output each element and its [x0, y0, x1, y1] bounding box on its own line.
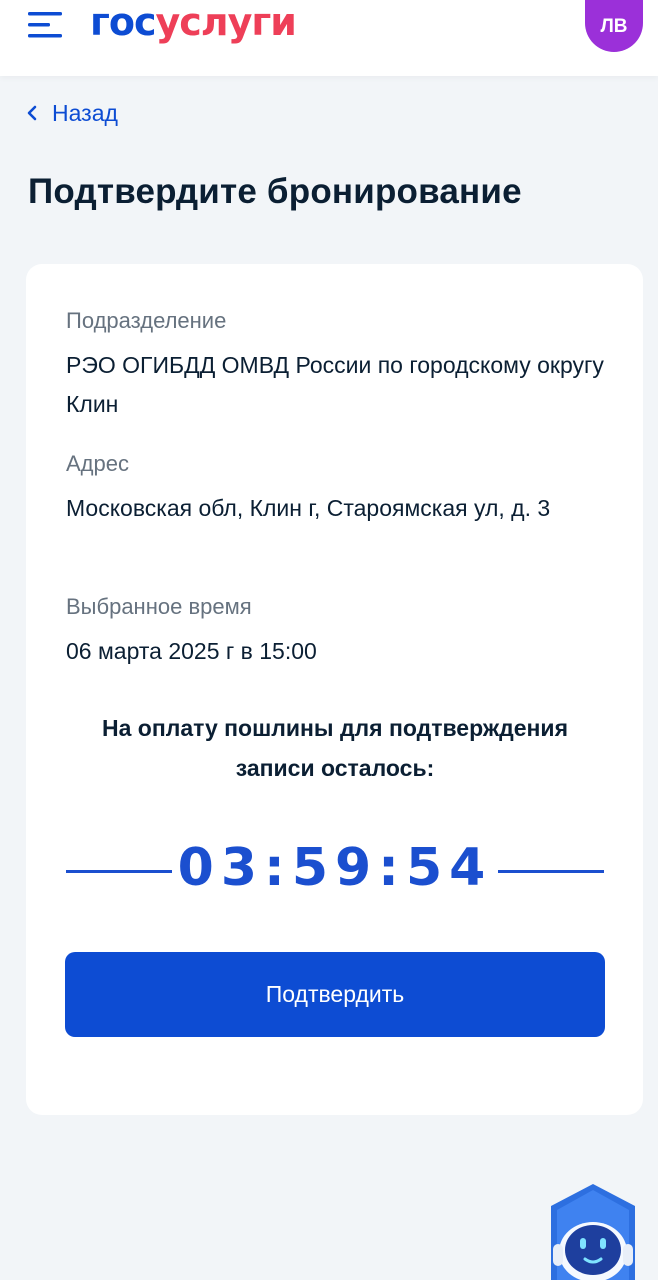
department-value: РЭО ОГИБДД ОМВД России по городскому окр…: [66, 352, 604, 417]
confirm-button[interactable]: Подтвердить: [65, 952, 605, 1037]
department-label: Подразделение: [66, 308, 227, 333]
logo-part-uslugi: услуги: [155, 0, 297, 44]
gosuslugi-logo[interactable]: госуслуги: [90, 0, 297, 44]
chevron-left-icon: [26, 104, 38, 122]
robot-assistant-icon[interactable]: [545, 1180, 641, 1280]
back-link[interactable]: Назад: [26, 97, 118, 129]
address-value: Московская обл, Клин г, Староямская ул, …: [66, 495, 551, 521]
top-header: госуслуги ЛВ: [0, 0, 658, 76]
booking-card: Подразделение РЭО ОГИБДД ОМВД России по …: [26, 264, 643, 1115]
time-value: 06 марта 2025 г в 15:00: [66, 638, 317, 664]
payment-notice: На оплату пошлины для подтверждения запи…: [102, 715, 568, 781]
back-label: Назад: [52, 99, 118, 126]
page-title: Подтвердите бронирование: [28, 172, 522, 211]
timer-divider-right: [498, 870, 604, 873]
avatar[interactable]: ЛВ: [585, 0, 643, 52]
address-label: Адрес: [66, 451, 129, 476]
timer-value: 03:59:54: [177, 838, 493, 898]
hamburger-icon[interactable]: [28, 10, 64, 40]
logo-part-gos: гос: [90, 0, 156, 44]
time-label: Выбранное время: [66, 594, 252, 619]
countdown-timer: 03:59:54: [66, 834, 604, 904]
